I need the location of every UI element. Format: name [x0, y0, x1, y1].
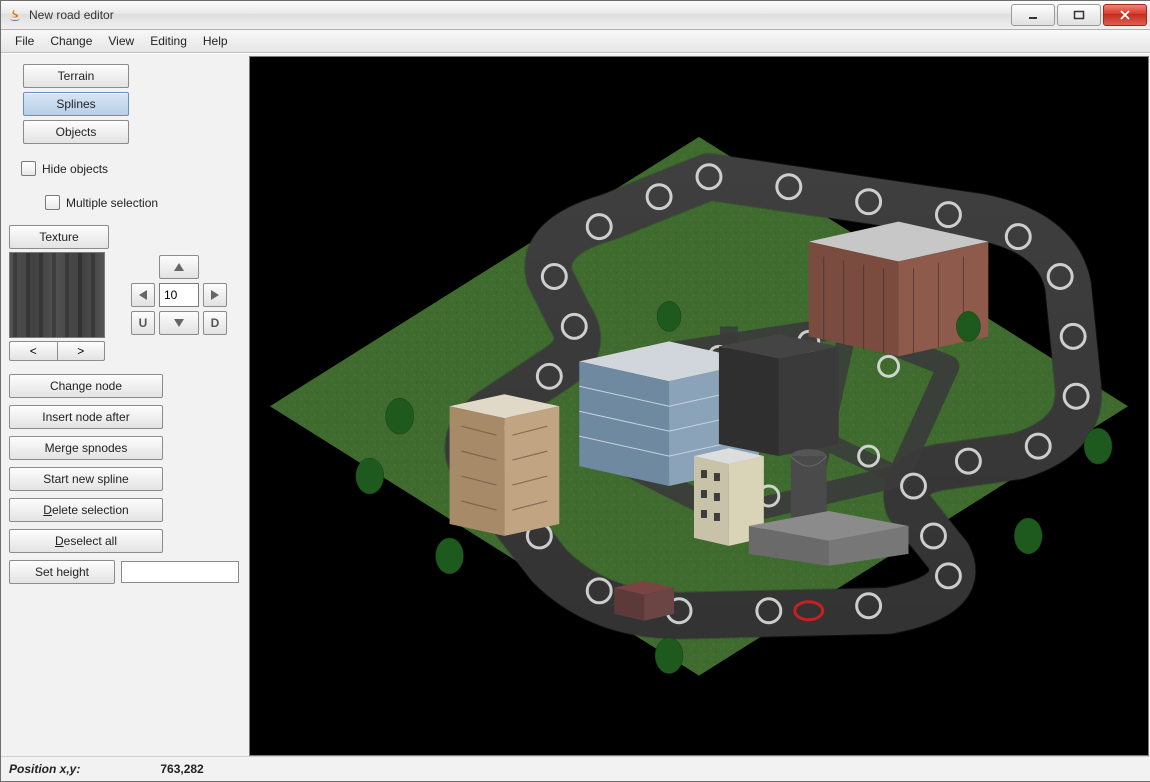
dpad-value-input[interactable]: 10	[159, 283, 199, 307]
menu-change[interactable]: Change	[42, 32, 100, 50]
texture-button[interactable]: Texture	[9, 225, 109, 249]
app-window: New road editor File Change View Editing…	[0, 0, 1150, 782]
titlebar: New road editor	[1, 1, 1150, 30]
maximize-button[interactable]	[1057, 4, 1101, 26]
delete-selection-button[interactable]: Delete selection	[9, 498, 163, 522]
texture-panel: Texture < > 10	[9, 225, 241, 361]
checkbox-icon	[45, 195, 60, 210]
set-height-button[interactable]: Set height	[9, 560, 115, 584]
change-node-button[interactable]: Change node	[9, 374, 163, 398]
hide-objects-check[interactable]: Hide objects	[9, 157, 241, 178]
viewport[interactable]	[249, 56, 1149, 756]
arrow-left-icon	[137, 289, 149, 301]
dpad-down-button[interactable]	[159, 311, 199, 335]
main-area: Terrain Splines Objects Hide objects Mul…	[1, 53, 1150, 756]
texture-pager: < >	[9, 341, 105, 361]
menu-view[interactable]: View	[100, 32, 142, 50]
close-button[interactable]	[1103, 4, 1147, 26]
arrow-down-icon	[173, 317, 185, 329]
multiple-selection-label: Multiple selection	[66, 196, 158, 210]
mode-switch: Terrain Splines Objects	[9, 60, 241, 144]
dpad-d-button[interactable]: D	[203, 311, 227, 335]
insert-node-after-button[interactable]: Insert node after	[9, 405, 163, 429]
texture-prev-button[interactable]: <	[9, 341, 57, 361]
hide-objects-label: Hide objects	[42, 162, 108, 176]
dpad-right-button[interactable]	[203, 283, 227, 307]
menu-help[interactable]: Help	[195, 32, 236, 50]
menu-editing[interactable]: Editing	[142, 32, 195, 50]
window-title: New road editor	[29, 8, 1009, 22]
sidebar: Terrain Splines Objects Hide objects Mul…	[1, 54, 249, 756]
window-controls	[1009, 4, 1147, 26]
nav-dpad: 10 U D	[125, 249, 233, 361]
texture-swatch[interactable]	[9, 252, 105, 338]
merge-spnodes-button[interactable]: Merge spnodes	[9, 436, 163, 460]
dpad-up-button[interactable]	[159, 255, 199, 279]
statusbar: Position x,y: 763,282	[1, 756, 1150, 781]
arrow-right-icon	[209, 289, 221, 301]
dpad-left-button[interactable]	[131, 283, 155, 307]
status-position-label: Position x,y:	[9, 762, 80, 776]
texture-next-button[interactable]: >	[57, 341, 106, 361]
set-height-row: Set height	[9, 560, 241, 584]
dpad-u-button[interactable]: U	[131, 311, 155, 335]
arrow-up-icon	[173, 261, 185, 273]
objects-button[interactable]: Objects	[23, 120, 129, 144]
start-new-spline-button[interactable]: Start new spline	[9, 467, 163, 491]
java-icon	[7, 7, 23, 23]
status-position-value: 763,282	[160, 762, 203, 776]
texture-column: Texture < >	[9, 225, 109, 361]
isometric-scene	[250, 57, 1148, 755]
minimize-button[interactable]	[1011, 4, 1055, 26]
deselect-all-button[interactable]: Deselect all	[9, 529, 163, 553]
menubar: File Change View Editing Help	[1, 30, 1150, 53]
splines-button[interactable]: Splines	[23, 92, 129, 116]
menu-file[interactable]: File	[7, 32, 42, 50]
set-height-input[interactable]	[121, 561, 239, 583]
multiple-selection-check[interactable]: Multiple selection	[9, 191, 241, 212]
checkbox-icon	[21, 161, 36, 176]
terrain-button[interactable]: Terrain	[23, 64, 129, 88]
